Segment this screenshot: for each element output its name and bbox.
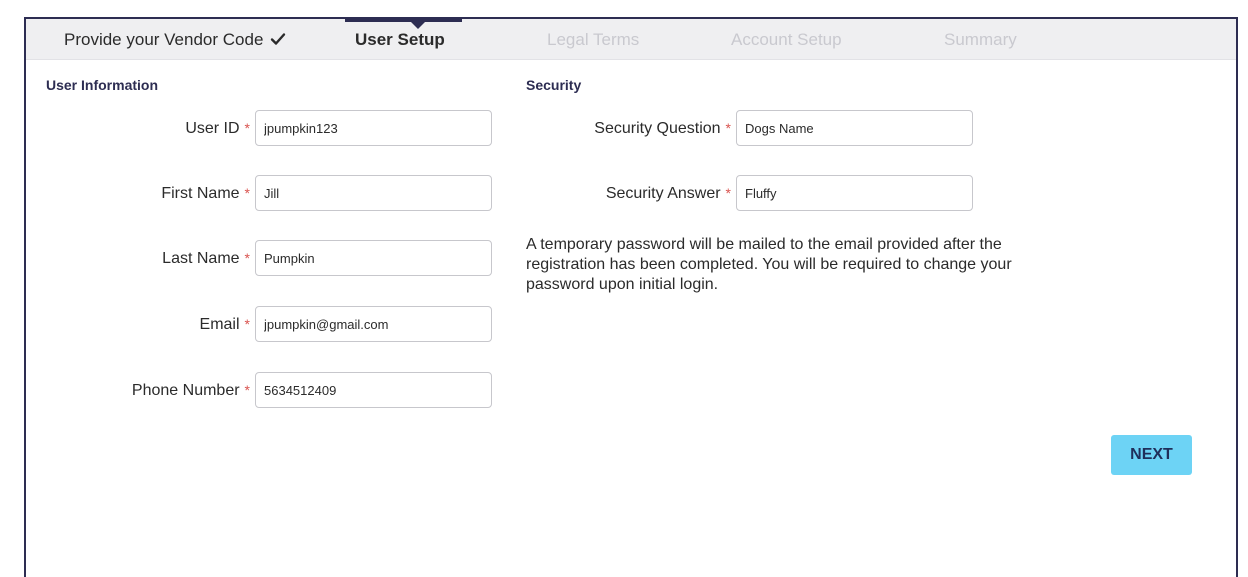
security-question-label: Security Question * xyxy=(594,120,731,137)
temporary-password-note: A temporary password will be mailed to t… xyxy=(526,236,1012,293)
security-question-row: Security Question * xyxy=(426,110,731,148)
email-row: Email * xyxy=(26,306,250,344)
user-id-label: User ID * xyxy=(185,120,250,137)
security-answer-field[interactable] xyxy=(736,175,973,211)
step-label: Account Setup xyxy=(731,30,842,49)
step-label: User Setup xyxy=(355,30,445,49)
step-progress-bar: Provide your Vendor Code User Setup Lega… xyxy=(26,19,1236,60)
required-marker: * xyxy=(725,120,731,136)
step-provide-vendor-code[interactable]: Provide your Vendor Code xyxy=(64,30,286,51)
required-marker: * xyxy=(725,185,731,201)
security-heading: Security xyxy=(526,77,582,93)
user-id-row: User ID * xyxy=(26,110,250,148)
step-label: Summary xyxy=(944,30,1017,49)
last-name-row: Last Name * xyxy=(26,240,250,278)
last-name-field[interactable] xyxy=(255,240,492,276)
required-marker: * xyxy=(244,316,250,332)
last-name-label: Last Name * xyxy=(162,250,250,267)
required-marker: * xyxy=(244,250,250,266)
email-field[interactable] xyxy=(255,306,492,342)
step-account-setup: Account Setup xyxy=(731,30,842,50)
required-marker: * xyxy=(244,185,250,201)
step-label: Legal Terms xyxy=(547,30,640,49)
security-answer-row: Security Answer * xyxy=(426,175,731,213)
active-step-indicator xyxy=(345,19,462,22)
user-information-heading: User Information xyxy=(46,77,159,93)
step-legal-terms: Legal Terms xyxy=(547,30,639,50)
phone-number-field[interactable] xyxy=(255,372,492,408)
registration-panel: Provide your Vendor Code User Setup Lega… xyxy=(24,17,1238,577)
phone-number-row: Phone Number * xyxy=(26,372,250,410)
email-label: Email * xyxy=(199,316,250,333)
first-name-label: First Name * xyxy=(161,185,250,202)
step-summary: Summary xyxy=(944,30,1017,50)
security-question-field[interactable] xyxy=(736,110,973,146)
step-user-setup[interactable]: User Setup xyxy=(355,30,445,50)
required-marker: * xyxy=(244,382,250,398)
phone-number-label: Phone Number * xyxy=(131,382,250,399)
first-name-row: First Name * xyxy=(26,175,250,213)
active-step-caret-icon xyxy=(410,21,426,29)
step-label: Provide your Vendor Code xyxy=(64,30,264,49)
next-button[interactable]: NEXT xyxy=(1111,435,1192,475)
required-marker: * xyxy=(244,120,250,136)
check-icon xyxy=(270,31,286,51)
security-answer-label: Security Answer * xyxy=(605,185,731,202)
